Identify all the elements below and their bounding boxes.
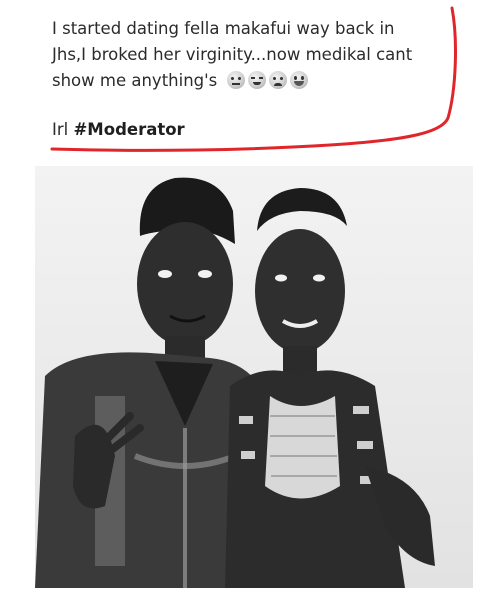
photo <box>35 166 473 588</box>
emoji-row <box>226 71 308 89</box>
tag-line: Irl #Moderator <box>52 120 185 139</box>
hashtag-link[interactable]: #Moderator <box>73 120 184 139</box>
post-line-2: Jhs,I broked her virginity...now medikal… <box>52 45 413 64</box>
post-text: I started dating fella makafui way back … <box>52 16 452 94</box>
crying-face-icon <box>268 71 287 89</box>
post-line-1: I started dating fella makafui way back … <box>52 19 395 38</box>
post-line-3: show me anything's <box>52 68 452 94</box>
expressionless-face-icon <box>226 71 245 89</box>
meme-post: I started dating fella makafui way back … <box>0 0 481 590</box>
tag-prefix: Irl <box>52 120 69 139</box>
relieved-face-icon <box>247 71 266 89</box>
grinning-face-icon <box>289 71 308 89</box>
post-line-3-text: show me anything's <box>52 71 218 90</box>
photo-illustration <box>35 166 473 588</box>
